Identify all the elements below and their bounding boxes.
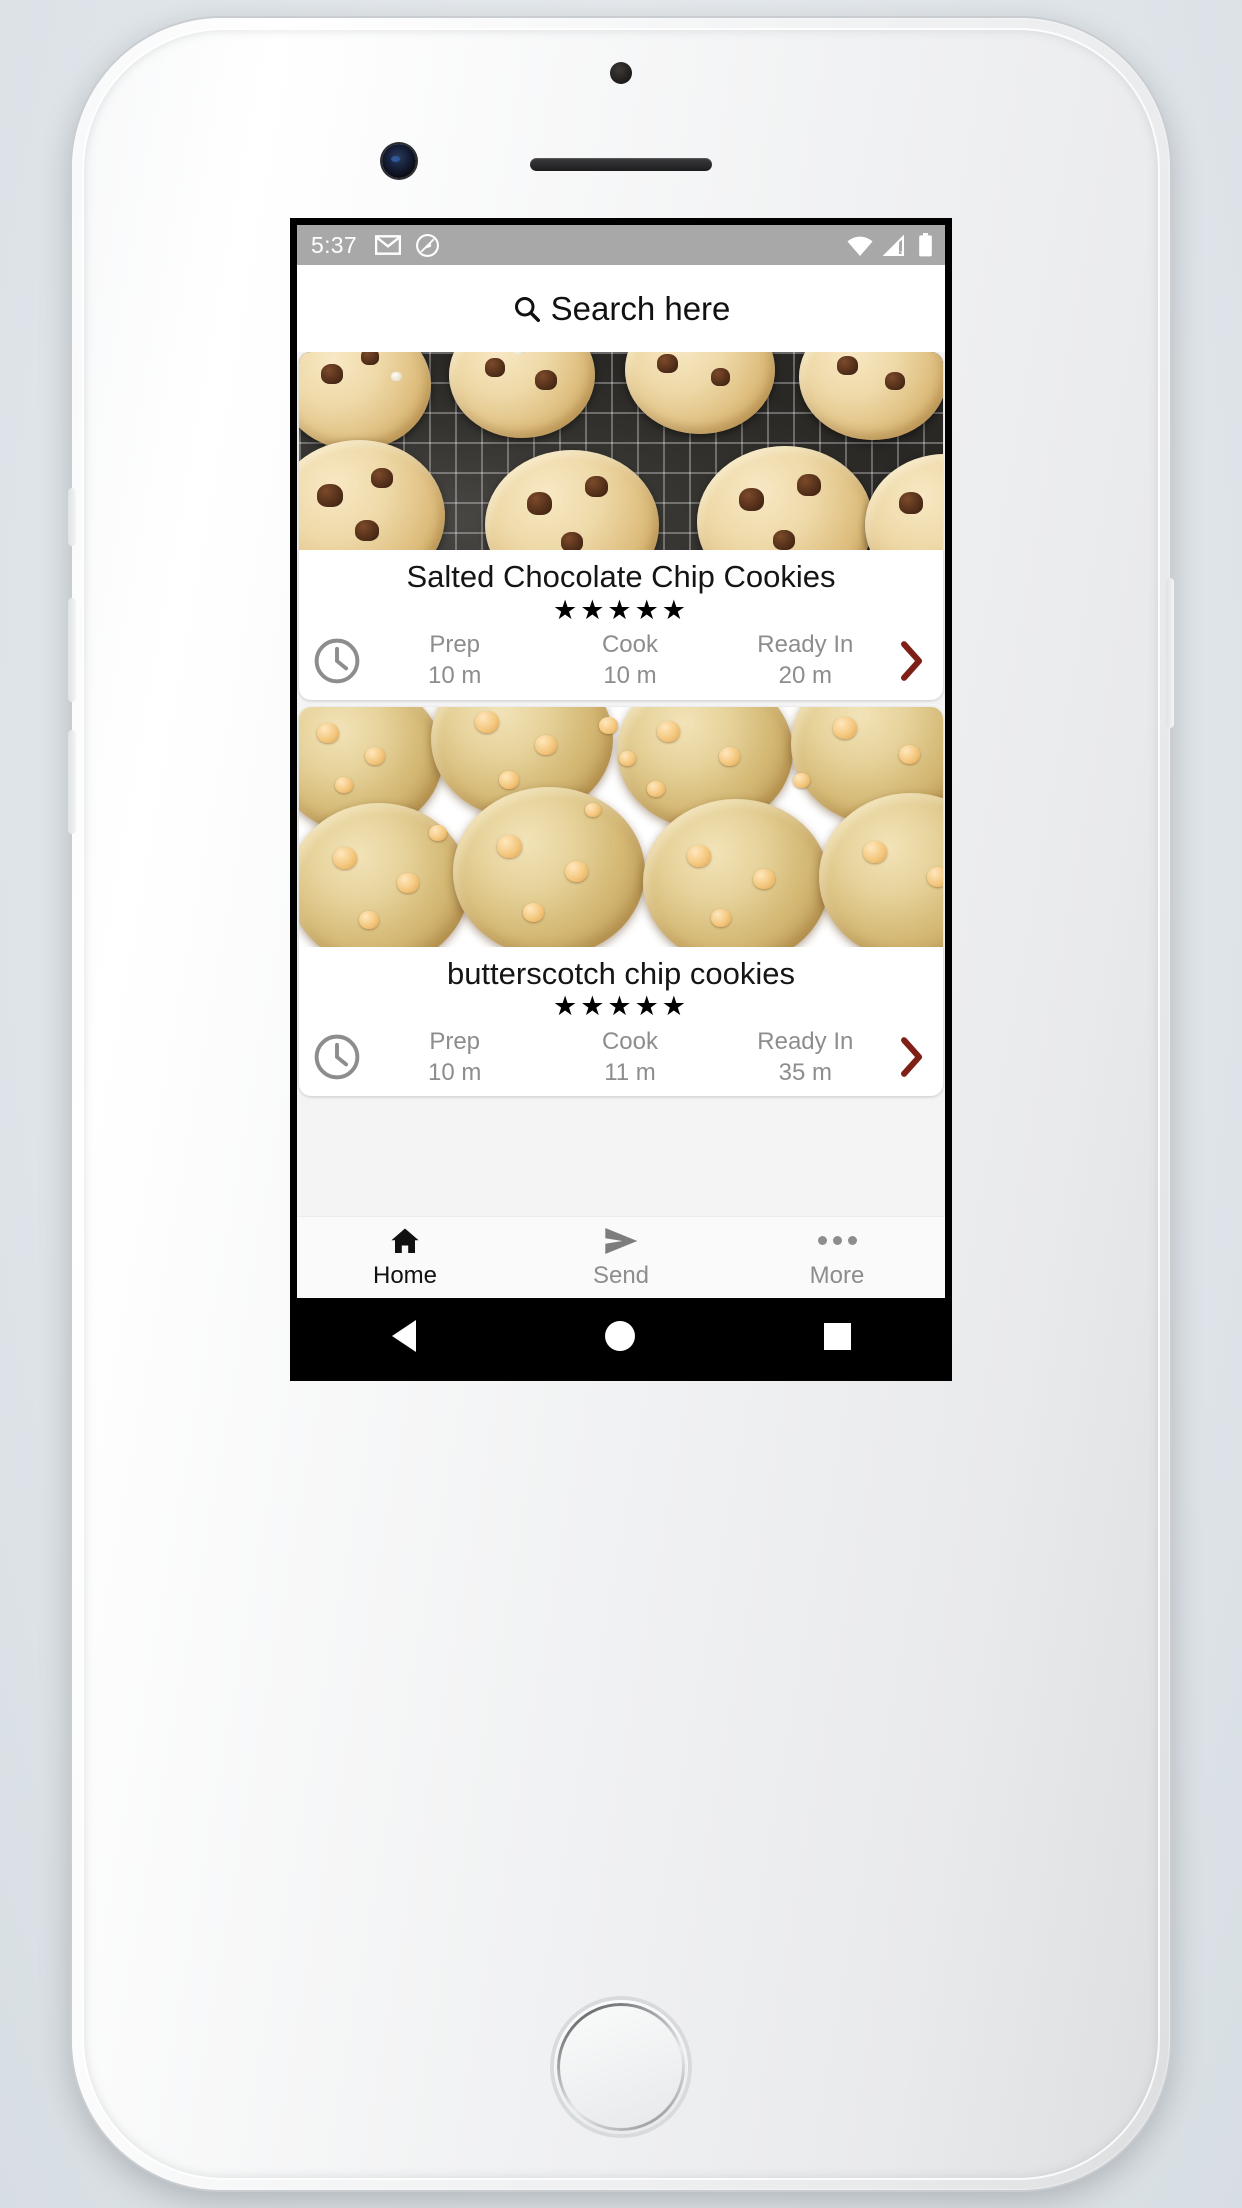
phone-screen: 5:37 x Search here Salted Chocolate Chip…: [290, 218, 952, 1381]
recipe-time-label: Prep: [429, 1027, 481, 1055]
tab-label: Home: [372, 1261, 438, 1289]
volume-up-button[interactable]: [68, 598, 76, 702]
recipe-card-body: butterscotch chip cookies ★★★★★ Prep 10 …: [299, 947, 943, 1097]
tab-label: Send: [592, 1261, 650, 1289]
android-navigation-bar: [297, 1298, 945, 1374]
cellular-no-sim-icon: x: [883, 235, 909, 257]
search-input-placeholder[interactable]: Search here: [551, 290, 731, 328]
bottom-tab-bar: Home Send More: [297, 1216, 945, 1298]
recipe-title: Salted Chocolate Chip Cookies: [406, 559, 836, 594]
recipe-time-label: Cook: [601, 1027, 658, 1055]
power-button[interactable]: [1166, 578, 1174, 728]
status-bar: 5:37 x: [297, 225, 945, 265]
status-bar-notification-icons: [374, 233, 440, 258]
recipe-title: butterscotch chip cookies: [446, 955, 796, 991]
recipe-card-body: Salted Chocolate Chip Cookies ★★★★★ Prep…: [299, 550, 943, 700]
recipe-image-butterscotch-chip-cookies: [299, 706, 943, 947]
tab-home[interactable]: Home: [297, 1217, 513, 1298]
recipe-time-ready-in: Ready In 20 m: [718, 630, 893, 691]
home-icon: [389, 1226, 421, 1256]
recipe-time-label: Cook: [601, 631, 658, 659]
recipe-image-salted-chocolate-chip-cookies: [299, 352, 943, 550]
recipe-time-value: 10 m: [427, 1058, 482, 1086]
recipe-time-label: Ready In: [757, 1027, 854, 1055]
recipe-time-cook: Cook 10 m: [542, 630, 717, 691]
search-icon: [512, 294, 542, 324]
screenshot-capture-icon: [415, 233, 440, 258]
recipe-time-columns: Prep 10 m Cook 11 m Ready In 35 m: [367, 1027, 893, 1088]
wifi-icon: [846, 235, 874, 257]
recipe-time-columns: Prep 10 m Cook 10 m Ready In 20 m: [367, 630, 893, 691]
volume-down-button[interactable]: [68, 730, 76, 834]
gmail-icon: [374, 235, 401, 255]
recipe-time-value: 20 m: [778, 662, 832, 690]
recipe-time-cook: Cook 11 m: [542, 1027, 717, 1088]
svg-text:x: x: [900, 248, 905, 257]
recipe-card[interactable]: butterscotch chip cookies ★★★★★ Prep 10 …: [299, 706, 943, 1097]
recipe-time-label: Prep: [429, 631, 481, 659]
recipe-time-ready-in: Ready In 35 m: [718, 1027, 893, 1088]
recipe-time-value: 35 m: [778, 1058, 832, 1086]
recipe-time-value: 10 m: [603, 662, 657, 690]
recipe-time-prep: Prep 10 m: [367, 630, 542, 691]
recipe-time-prep: Prep 10 m: [367, 1027, 542, 1088]
tab-more[interactable]: More: [729, 1217, 945, 1298]
tab-label: More: [809, 1261, 865, 1289]
status-bar-system-icons: x: [846, 233, 933, 257]
front-camera: [382, 144, 416, 178]
overflow-dots-icon: [817, 1226, 857, 1256]
clock-icon: [311, 635, 363, 687]
silence-switch[interactable]: [68, 488, 76, 546]
status-bar-clock: 5:37: [311, 231, 357, 258]
clock-icon: [311, 1031, 363, 1083]
send-icon: [603, 1226, 639, 1256]
home-circle-icon[interactable]: [604, 1321, 635, 1351]
battery-icon: [918, 233, 933, 257]
earpiece-speaker: [530, 158, 712, 171]
chevron-right-icon[interactable]: [895, 1034, 929, 1080]
phone-device-frame: 5:37 x Search here Salted Chocolate Chip…: [68, 18, 1174, 2190]
recipe-time-label: Ready In: [757, 631, 854, 659]
back-triangle-icon[interactable]: [391, 1320, 416, 1352]
recipe-time-value: 10 m: [427, 662, 482, 690]
recipe-time-value: 11 m: [604, 1058, 656, 1086]
search-bar[interactable]: Search here: [297, 265, 945, 352]
recipe-card[interactable]: Salted Chocolate Chip Cookies ★★★★★ Prep…: [299, 352, 943, 700]
recipe-rating-stars: ★★★★★: [552, 594, 690, 625]
tab-send[interactable]: Send: [513, 1217, 729, 1298]
recipe-time-row: Prep 10 m Cook 10 m Ready In 20 m: [299, 625, 943, 691]
proximity-sensor: [610, 62, 632, 84]
recipe-rating-stars: ★★★★★: [552, 991, 690, 1022]
app-viewport: 5:37 x Search here Salted Chocolate Chip…: [297, 225, 945, 1374]
recipe-time-row: Prep 10 m Cook 11 m Ready In 35 m: [299, 1022, 943, 1088]
recents-square-icon[interactable]: [823, 1322, 851, 1350]
home-button[interactable]: [554, 2000, 688, 2134]
recipe-list: Salted Chocolate Chip Cookies ★★★★★ Prep…: [297, 352, 945, 1216]
chevron-right-icon[interactable]: [895, 638, 929, 684]
